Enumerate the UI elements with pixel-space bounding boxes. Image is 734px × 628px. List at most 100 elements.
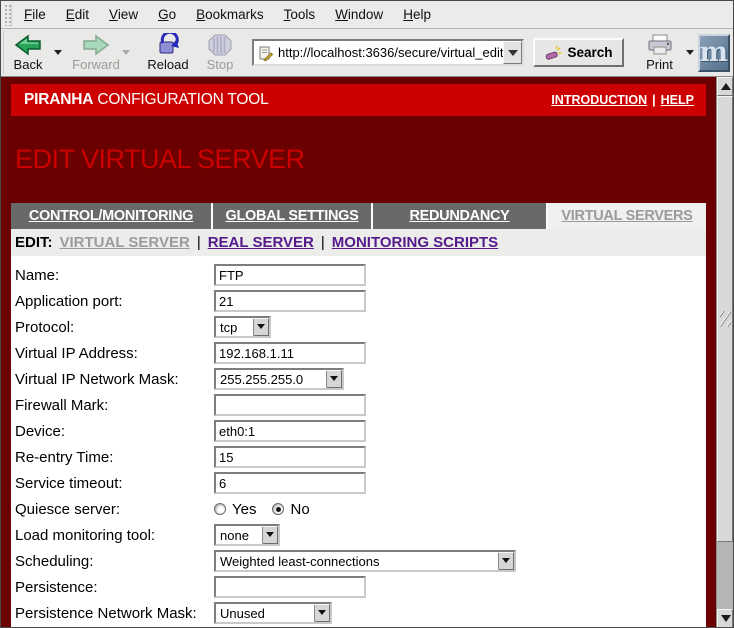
tab-control-monitoring[interactable]: CONTROL/MONITORING	[11, 203, 211, 229]
navigation-toolbar: Back Forward Reload	[1, 29, 733, 77]
reload-icon	[154, 33, 182, 57]
field-label: Device:	[15, 423, 214, 440]
help-link[interactable]: HELP	[661, 93, 694, 107]
form-row: Quiesce server: Yes No	[15, 496, 706, 522]
device-field[interactable]	[214, 420, 366, 442]
form-row: Service timeout:	[15, 470, 706, 496]
form-row: Scheduling: Weighted least-connections	[15, 548, 706, 574]
tab-bar: CONTROL/MONITORING GLOBAL SETTINGS REDUN…	[11, 203, 706, 229]
print-label: Print	[646, 57, 673, 72]
menu-help[interactable]: Help	[393, 3, 441, 26]
back-button[interactable]: Back	[6, 32, 50, 74]
subnav-monitoring-scripts-link[interactable]: MONITORING SCRIPTS	[332, 234, 498, 251]
tab-virtual-servers[interactable]: VIRTUAL SERVERS	[548, 203, 706, 229]
quiesce-yes-radio[interactable]	[214, 503, 226, 515]
tab-global-settings[interactable]: GLOBAL SETTINGS	[213, 203, 371, 229]
search-label: Search	[567, 45, 612, 60]
form-row: Protocol: tcp	[15, 314, 706, 340]
menu-edit[interactable]: Edit	[56, 3, 99, 26]
form-row: Device:	[15, 418, 706, 444]
page-proxy-icon	[254, 45, 276, 61]
service-timeout-field[interactable]	[214, 472, 366, 494]
scroll-down-button[interactable]	[717, 609, 733, 628]
form-row: Load monitoring tool: none	[15, 522, 706, 548]
dropdown-arrow-icon	[262, 526, 278, 544]
protocol-select[interactable]: tcp	[214, 316, 271, 338]
form-row: Firewall Mark:	[15, 392, 706, 418]
forward-label: Forward	[72, 57, 120, 72]
persistence-field[interactable]	[214, 576, 366, 598]
stop-label: Stop	[207, 57, 234, 72]
toolbar-grippy[interactable]	[3, 3, 12, 26]
forward-dropdown-arrow[interactable]	[122, 50, 130, 55]
field-label: Service timeout:	[15, 475, 214, 492]
mozilla-logo[interactable]: m	[698, 34, 731, 72]
scrollbar-track[interactable]	[717, 542, 733, 609]
menu-tools[interactable]: Tools	[274, 3, 326, 26]
load-monitoring-tool-select[interactable]: none	[214, 524, 280, 546]
header-link-separator: |	[652, 93, 656, 107]
edit-subnav: EDIT: VIRTUAL SERVER | REAL SERVER | MON…	[11, 229, 706, 256]
quiesce-no-radio[interactable]	[272, 503, 284, 515]
radio-label: Yes	[232, 501, 256, 518]
virtual-ip-address-field[interactable]	[214, 342, 366, 364]
field-label: Application port:	[15, 293, 214, 310]
back-icon	[13, 33, 43, 57]
dropdown-arrow-icon	[326, 370, 342, 388]
form-row: Re-entry Time:	[15, 444, 706, 470]
search-flashlight-icon	[544, 45, 562, 61]
field-label: Protocol:	[15, 319, 214, 336]
firewall-mark-field[interactable]	[214, 394, 366, 416]
scroll-up-button[interactable]	[717, 77, 733, 96]
piranha-header-bar: PIRANHA CONFIGURATION TOOL INTRODUCTION …	[11, 84, 706, 116]
scheduling-select[interactable]: Weighted least-connections	[214, 550, 516, 572]
search-button[interactable]: Search	[533, 38, 623, 67]
virtual-ip-netmask-select[interactable]: 255.255.255.0	[214, 368, 344, 390]
menu-file[interactable]: File	[14, 3, 56, 26]
menu-view[interactable]: View	[99, 3, 148, 26]
page-title: EDIT VIRTUAL SERVER	[15, 144, 305, 175]
form-row: Virtual IP Network Mask: 255.255.255.0	[15, 366, 706, 392]
name-field[interactable]	[214, 264, 366, 286]
re-entry-time-field[interactable]	[214, 446, 366, 468]
field-label: Quiesce server:	[15, 501, 214, 518]
introduction-link[interactable]: INTRODUCTION	[551, 93, 647, 107]
browser-window: File Edit View Go Bookmarks Tools Window…	[0, 0, 734, 628]
subnav-real-server-link[interactable]: REAL SERVER	[208, 234, 314, 251]
url-text[interactable]: http://localhost:3636/secure/virtual_edi…	[276, 45, 503, 60]
field-label: Virtual IP Address:	[15, 345, 214, 362]
form-row: Application port:	[15, 288, 706, 314]
app-title: PIRANHA CONFIGURATION TOOL	[24, 91, 269, 109]
url-bar[interactable]: http://localhost:3636/secure/virtual_edi…	[252, 39, 524, 66]
print-dropdown-arrow[interactable]	[686, 50, 694, 55]
persistence-netmask-select[interactable]: Unused	[214, 602, 332, 624]
reload-button[interactable]: Reload	[146, 32, 190, 74]
toolbar-grippy[interactable]	[3, 31, 4, 74]
field-label: Firewall Mark:	[15, 397, 214, 414]
menu-go[interactable]: Go	[148, 3, 186, 26]
forward-icon	[81, 33, 111, 57]
form-row: Persistence:	[15, 574, 706, 600]
field-label: Name:	[15, 267, 214, 284]
subnav-virtual-server: VIRTUAL SERVER	[60, 234, 190, 251]
back-label: Back	[14, 57, 43, 72]
form-row: Persistence Network Mask: Unused	[15, 600, 706, 626]
field-label: Re-entry Time:	[15, 449, 214, 466]
dropdown-arrow-icon	[498, 552, 514, 570]
menu-bookmarks[interactable]: Bookmarks	[186, 3, 274, 26]
application-port-field[interactable]	[214, 290, 366, 312]
quiesce-server-radio-group: Yes No	[214, 501, 326, 518]
forward-button[interactable]: Forward	[74, 32, 118, 74]
field-label: Virtual IP Network Mask:	[15, 371, 214, 388]
dropdown-arrow-icon	[314, 604, 330, 622]
url-history-dropdown[interactable]	[503, 41, 522, 64]
print-button[interactable]: Print	[638, 32, 682, 74]
scrollbar-thumb[interactable]	[717, 96, 733, 542]
page-content: PIRANHA CONFIGURATION TOOL INTRODUCTION …	[1, 77, 716, 628]
tab-redundancy[interactable]: REDUNDANCY	[373, 203, 546, 229]
radio-label: No	[290, 501, 309, 518]
back-dropdown-arrow[interactable]	[54, 50, 62, 55]
menu-window[interactable]: Window	[325, 3, 393, 26]
vertical-scrollbar[interactable]	[716, 77, 733, 628]
stop-button[interactable]: Stop	[198, 32, 242, 74]
